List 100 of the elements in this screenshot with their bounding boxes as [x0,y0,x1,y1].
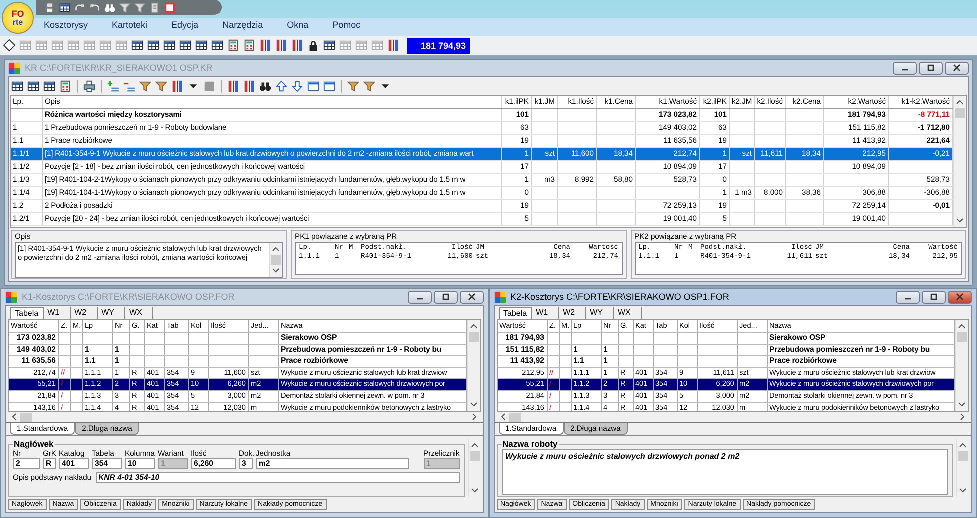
close-icon [952,64,962,72]
menu-item[interactable]: Kosztorysy [44,20,88,30]
maximize-button[interactable] [922,290,946,304]
calculator-icon[interactable] [243,39,256,52]
window-title: K1-Kosztorys C:\FORTE\KR\SIERAKOWO OSP.FOR [22,292,236,302]
minimize-button[interactable] [893,62,917,74]
scrollbar-thumb[interactable] [271,255,281,265]
scroll-left-icon[interactable] [500,413,506,421]
scroll-right-icon[interactable] [960,413,966,421]
funnel-icon[interactable] [134,2,146,14]
scrollbar-thumb[interactable] [957,332,967,342]
columns-icon[interactable] [291,39,304,52]
vertical-scrollbar[interactable] [466,320,480,411]
table-icon[interactable] [131,39,144,52]
scroll-down-icon[interactable] [470,488,478,494]
scrollbar-thumb[interactable] [508,412,520,422]
window-title: KR C:\FORTE\KR\KR_SIERAKOWO1 OSP.KR [25,63,214,73]
menu-item[interactable]: Edycja [172,20,199,30]
table-icon[interactable] [323,39,336,52]
calculator-icon[interactable] [227,39,240,52]
vertical-scrollbar[interactable] [955,320,968,411]
close-button[interactable] [948,290,972,304]
scroll-up-icon[interactable] [272,246,280,252]
scroll-left-icon[interactable] [11,413,17,421]
scroll-up-icon[interactable] [956,99,964,105]
funnel-icon[interactable] [363,80,376,92]
columns-icon[interactable] [243,80,256,92]
funnel-icon[interactable] [155,80,168,92]
window-icon[interactable] [307,80,320,92]
close-icon [955,293,965,301]
app-logo-icon [8,62,21,74]
table-icon[interactable] [211,39,224,52]
funnel-icon[interactable] [347,80,360,92]
table-icon[interactable] [163,39,176,52]
scroll-up-icon[interactable] [470,323,478,329]
diamond-icon[interactable] [3,39,16,52]
app-logo[interactable]: FO rte [2,2,34,34]
table-icon[interactable] [11,80,24,92]
lock-icon[interactable] [307,39,320,52]
table-icon[interactable] [43,80,56,92]
close-button[interactable] [945,62,969,74]
menu-item[interactable]: Kartoteki [112,20,148,30]
menu-item[interactable]: Narzędzia [222,20,264,30]
undo-icon[interactable] [89,2,101,14]
minimize-button[interactable] [896,290,920,304]
maximize-button[interactable] [434,290,458,304]
table-icon[interactable] [147,39,160,52]
floppy-icon[interactable] [44,2,56,14]
up-arrow-icon[interactable] [275,80,288,92]
columns-icon[interactable] [171,80,184,92]
scrollbar-thumb[interactable] [468,332,478,342]
maximize-button[interactable] [919,62,943,74]
columns-icon[interactable] [387,39,400,52]
vertical-scrollbar[interactable] [269,243,282,277]
scroll-right-icon[interactable] [472,413,478,421]
printer-icon[interactable] [83,80,96,92]
scroll-down-icon[interactable] [958,402,966,408]
tab[interactable]: Tabela [10,307,44,319]
document-icon[interactable] [149,2,161,14]
work-name-text: Wykucie z muru ościeżnic stalowych drzwiowych ponad 2 m2 [506,452,740,461]
scroll-up-icon[interactable] [958,323,966,329]
scroll-down-icon[interactable] [470,402,478,408]
down-arrow-icon[interactable] [291,80,304,92]
close-button[interactable] [460,290,484,304]
scrollbar-thumb[interactable] [20,412,32,422]
scroll-down-icon[interactable] [272,268,280,274]
funnel-icon[interactable] [139,80,152,92]
columns-icon[interactable] [227,80,240,92]
scroll-up-icon[interactable] [959,442,967,448]
vertical-scrollbar[interactable] [468,439,480,497]
maximize-icon [926,64,936,72]
window-icon[interactable] [323,80,336,92]
vertical-scrollbar[interactable] [956,439,969,497]
vertical-scrollbar[interactable] [953,96,966,227]
add-icon[interactable] [107,80,120,92]
menu-item[interactable]: Pomoc [332,20,361,30]
logo-text: rte [12,18,24,26]
scrollbar-thumb[interactable] [955,108,965,118]
square-icon[interactable] [164,2,176,14]
text-area[interactable]: Wykucie z muru ościeżnic stalowych drzwiowych ponad 2 m2 [502,449,948,495]
scroll-down-icon[interactable] [959,488,967,494]
table-icon[interactable] [195,39,208,52]
tab[interactable]: Tabela [498,307,532,319]
table-icon[interactable] [27,80,40,92]
table-icon[interactable] [59,2,71,14]
menu-item[interactable]: Okna [287,20,309,30]
app-logo-icon [5,290,18,304]
scrollbar-thumb[interactable] [958,451,968,461]
minimize-button[interactable] [408,290,432,304]
columns-icon[interactable] [275,39,288,52]
scroll-up-icon[interactable] [470,442,478,448]
total-value: 181 794,93 [407,38,470,54]
app-logo-icon [494,290,506,304]
columns-icon[interactable] [259,39,272,52]
table-icon[interactable] [179,39,192,52]
calculator-icon[interactable] [59,80,72,92]
scroll-down-icon[interactable] [956,218,964,224]
close-icon [466,293,476,301]
scrollbar-thumb[interactable] [470,451,480,461]
funnel-icon[interactable] [119,2,131,14]
